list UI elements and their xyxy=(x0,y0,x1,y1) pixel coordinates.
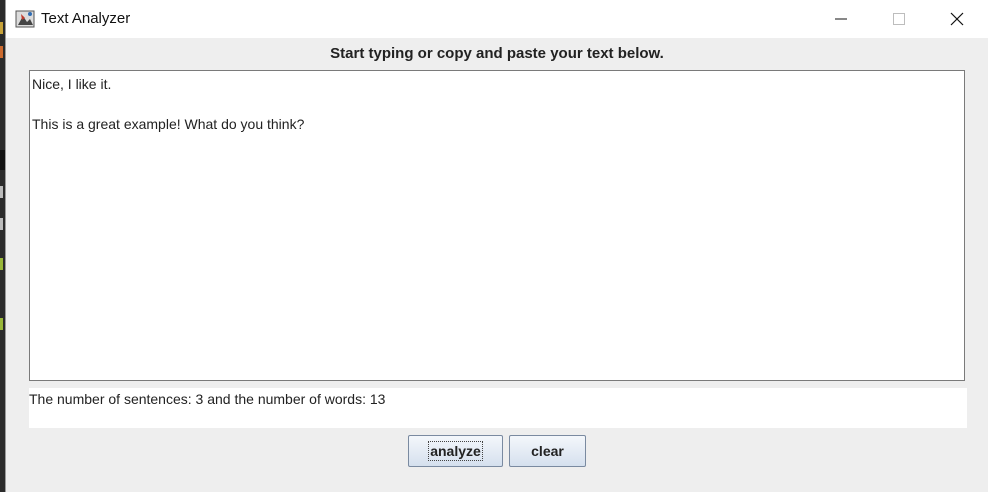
text-line: Nice, I like it. xyxy=(32,76,112,92)
text-input-area[interactable]: Nice, I like it. This is a great example… xyxy=(29,70,965,381)
clear-button[interactable]: clear xyxy=(509,435,586,467)
close-icon xyxy=(950,12,964,26)
analyze-button[interactable]: analyze xyxy=(408,435,503,467)
maximize-icon xyxy=(893,13,905,25)
text-line xyxy=(32,94,962,114)
minimize-icon xyxy=(835,18,847,20)
analyze-button-label: analyze xyxy=(428,441,483,461)
clear-button-label: clear xyxy=(531,443,564,459)
result-field: The number of sentences: 3 and the numbe… xyxy=(29,388,967,428)
instruction-label: Start typing or copy and paste your text… xyxy=(330,45,664,62)
title-bar[interactable]: Text Analyzer xyxy=(6,0,988,38)
text-line: This is a great example! What do you thi… xyxy=(32,116,305,132)
minimize-button[interactable] xyxy=(812,0,870,38)
close-button[interactable] xyxy=(928,0,986,38)
window-title: Text Analyzer xyxy=(41,10,131,27)
maximize-button[interactable] xyxy=(870,0,928,38)
text-analyzer-window: Text Analyzer Start typing or copy and p… xyxy=(5,0,988,492)
app-icon xyxy=(15,9,35,29)
